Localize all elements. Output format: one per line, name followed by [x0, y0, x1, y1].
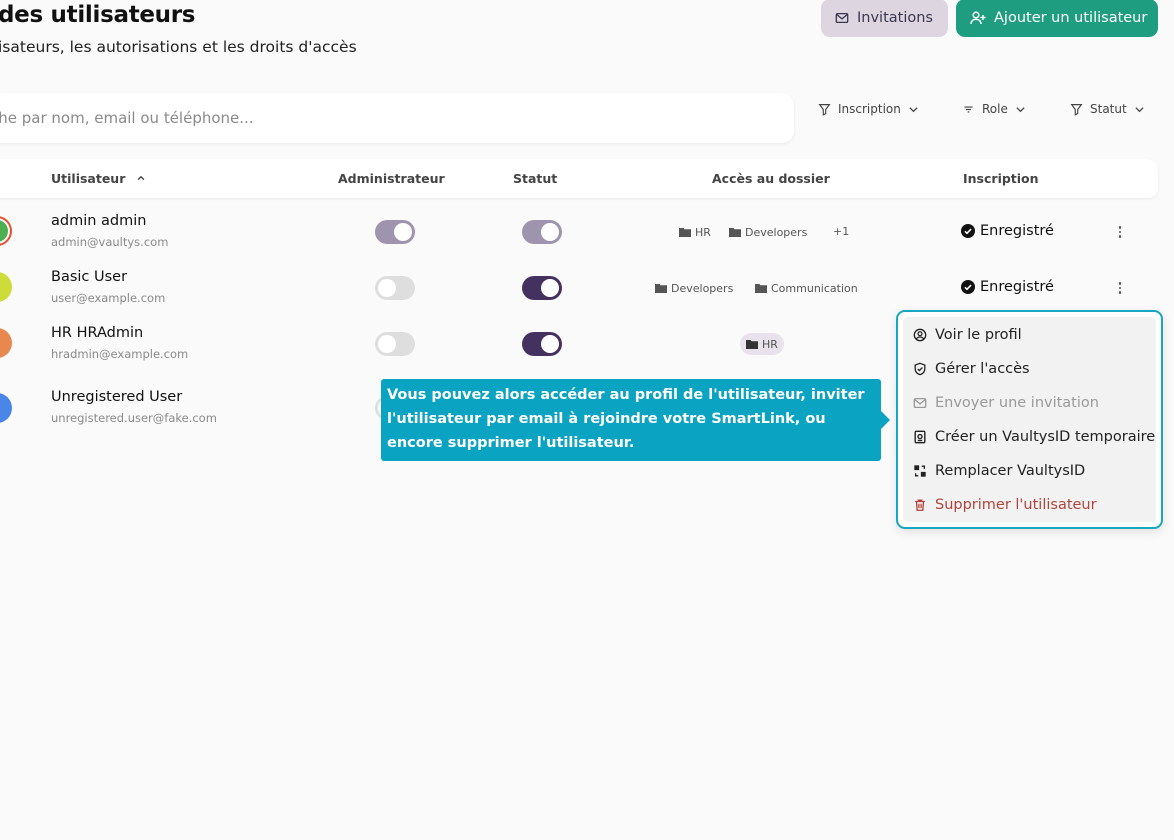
mail-icon — [835, 12, 849, 24]
onboarding-tooltip: Vous pouvez alors accéder au profil de l… — [381, 379, 881, 461]
filter-statut[interactable]: Statut — [1060, 93, 1158, 125]
add-user-button[interactable]: Ajouter un utilisateur — [956, 0, 1158, 37]
id-badge-icon — [914, 430, 926, 444]
menu-item-replace-id[interactable]: Remplacer VaultysID — [913, 454, 1085, 488]
column-status[interactable]: Statut — [513, 171, 557, 186]
column-admin[interactable]: Administrateur — [338, 171, 445, 186]
folder-chip: Developers — [649, 277, 739, 299]
admin-toggle[interactable] — [375, 276, 415, 300]
folder-icon — [755, 284, 767, 293]
user-name: Unregistered User — [51, 389, 183, 405]
more-folders-count[interactable]: +1 — [833, 225, 849, 238]
menu-item-manage-access[interactable]: Gérer l'accès — [913, 352, 1030, 386]
chevron-down-icon — [1135, 106, 1144, 112]
status-toggle[interactable] — [522, 220, 562, 244]
tooltip-arrow — [881, 411, 890, 429]
menu-item-create-temp-id[interactable]: Créer un VaultysID temporaire — [913, 420, 1155, 454]
admin-toggle[interactable] — [375, 332, 415, 356]
avatar — [0, 216, 12, 246]
folder-chip: Communication — [749, 277, 864, 299]
avatar — [0, 272, 12, 302]
filter-role-label: Role — [982, 102, 1008, 116]
folder-chip: Developers — [723, 221, 813, 243]
folder-label: HR — [762, 337, 778, 351]
user-email: user@example.com — [51, 291, 166, 305]
user-email: admin@vaultys.com — [51, 235, 169, 249]
folder-label: Developers — [671, 281, 734, 295]
folder-label: Communication — [771, 281, 858, 295]
status-toggle[interactable] — [522, 276, 562, 300]
filter-statut-label: Statut — [1090, 102, 1127, 116]
column-user-label: Utilisateur — [51, 171, 126, 186]
registration-label: Enregistré — [980, 279, 1054, 295]
admin-toggle[interactable] — [375, 220, 415, 244]
registration-status: Enregistré — [961, 223, 1054, 239]
user-name: Basic User — [51, 269, 128, 285]
check-circle-icon — [961, 280, 975, 294]
folder-chip: HR — [740, 333, 784, 355]
filter-role[interactable]: Role — [952, 93, 1042, 125]
search-box — [0, 93, 794, 143]
registration-status: Enregistré — [961, 279, 1054, 295]
search-input[interactable] — [0, 109, 770, 127]
status-toggle[interactable] — [522, 332, 562, 356]
menu-item-label: Créer un VaultysID temporaire — [935, 429, 1156, 445]
folder-icon — [679, 228, 691, 237]
chevron-down-icon — [1016, 106, 1025, 112]
user-name: admin admin — [51, 213, 147, 229]
shield-icon — [914, 362, 926, 376]
menu-item-label: Supprimer l'utilisateur — [935, 497, 1097, 513]
add-user-label: Ajouter un utilisateur — [994, 10, 1148, 26]
column-registration[interactable]: Inscription — [963, 171, 1039, 186]
menu-item-label: Gérer l'accès — [935, 361, 1030, 377]
menu-item-label: Remplacer VaultysID — [935, 463, 1086, 479]
filter-icon — [818, 103, 831, 116]
page-subtitle: isateurs, les autorisations et les droit… — [0, 38, 357, 56]
avatar — [0, 393, 12, 423]
folder-icon — [655, 284, 667, 293]
invitations-button[interactable]: Invitations — [821, 0, 948, 37]
user-email: unregistered.user@fake.com — [51, 411, 217, 425]
folder-icon — [746, 340, 758, 349]
avatar — [0, 328, 12, 358]
filter-inscription-label: Inscription — [838, 102, 901, 116]
user-name: HR HRAdmin — [51, 325, 144, 341]
folder-label: Developers — [745, 225, 808, 239]
user-circle-icon — [913, 328, 927, 342]
column-user[interactable]: Utilisateur — [51, 171, 146, 186]
menu-item-view-profile[interactable]: Voir le profil — [913, 318, 1022, 352]
check-circle-icon — [961, 224, 975, 238]
folder-icon — [729, 228, 741, 237]
sort-lines-icon — [964, 105, 973, 113]
trash-icon — [915, 499, 925, 511]
invitations-label: Invitations — [857, 10, 933, 26]
menu-item-delete-user[interactable]: Supprimer l'utilisateur — [913, 488, 1097, 522]
chevron-down-icon — [909, 106, 918, 112]
filter-icon — [1070, 103, 1083, 116]
more-options-icon[interactable] — [1113, 280, 1127, 296]
menu-item-label: Envoyer une invitation — [935, 395, 1099, 411]
more-options-icon[interactable] — [1113, 224, 1127, 240]
sort-asc-icon — [137, 175, 145, 181]
user-email: hradmin@example.com — [51, 347, 189, 361]
registration-label: Enregistré — [980, 223, 1054, 239]
filter-inscription[interactable]: Inscription — [808, 93, 932, 125]
page-title: des utilisateurs — [0, 2, 196, 28]
folder-chip: HR — [673, 221, 717, 243]
menu-item-send-invitation[interactable]: Envoyer une invitation — [913, 386, 1099, 420]
folder-label: HR — [695, 225, 711, 239]
swap-icon — [914, 465, 926, 477]
mail-icon — [913, 397, 927, 409]
menu-item-label: Voir le profil — [935, 327, 1022, 343]
user-plus-icon — [970, 11, 986, 25]
column-folder-access[interactable]: Accès au dossier — [712, 171, 830, 186]
